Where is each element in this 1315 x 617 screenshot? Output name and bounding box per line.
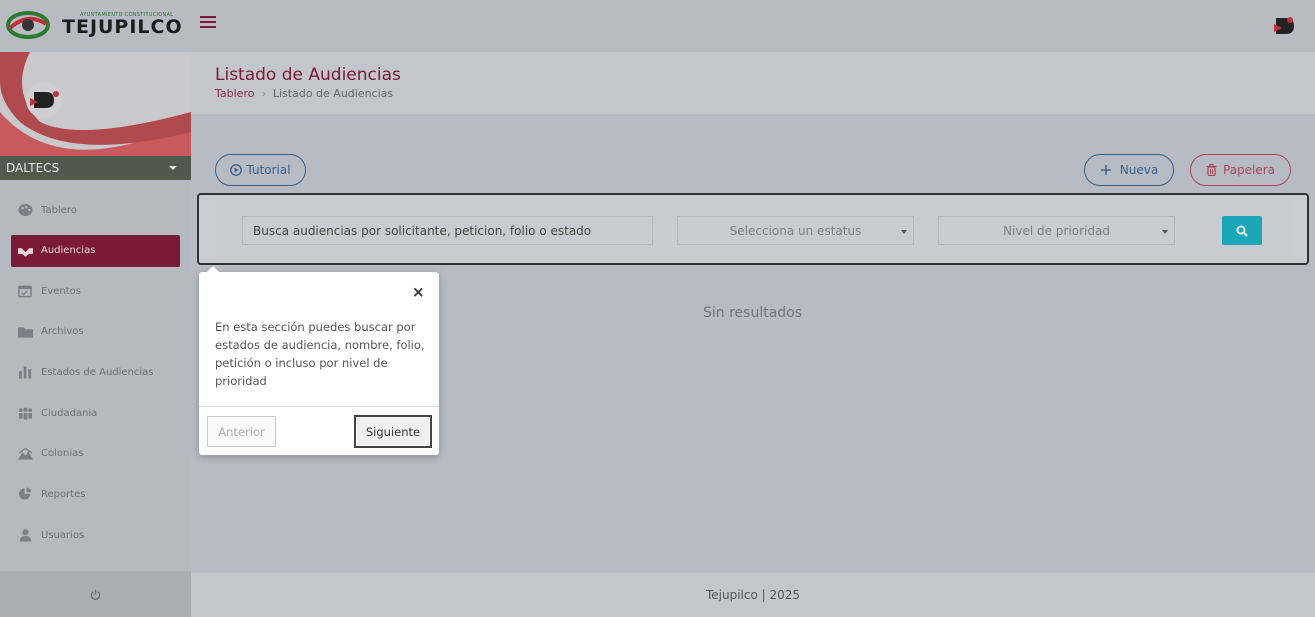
users-group-icon xyxy=(18,407,33,420)
trash-icon xyxy=(1206,164,1217,176)
popover-divider xyxy=(199,406,439,407)
status-select[interactable]: Selecciona un estatus xyxy=(677,216,914,245)
pie-chart-icon xyxy=(18,487,32,501)
new-button-label: Nueva xyxy=(1119,163,1159,177)
sidebar-item-tablero[interactable]: Tablero xyxy=(0,190,191,231)
sidebar-header: DALTECS xyxy=(0,52,191,180)
chevron-right-icon: › xyxy=(261,87,266,100)
trash-button[interactable]: Papelera xyxy=(1190,154,1291,186)
sidebar-footer xyxy=(0,571,191,617)
search-input[interactable]: Busca audiencias por solicitante, petici… xyxy=(242,216,653,245)
sidebar-user-toggle[interactable]: DALTECS xyxy=(0,156,191,180)
sidebar-item-ciudadania[interactable]: Ciudadania xyxy=(0,393,191,434)
sidebar-item-archivos[interactable]: Archivos xyxy=(0,311,191,352)
page-header: Listado de Audiencias Tablero › Listado de… xyxy=(191,52,1315,114)
search-panel: Busca audiencias por solicitante, petici… xyxy=(197,193,1309,265)
page-footer: Tejupilco | 2025 xyxy=(191,573,1315,617)
landscape-icon xyxy=(18,447,33,460)
sidebar-item-label: Archivos xyxy=(41,326,84,338)
sidebar-item-label: Usuarios xyxy=(41,529,85,541)
palette-dashboard-icon xyxy=(18,204,33,217)
sidebar-item-reportes[interactable]: Reportes xyxy=(0,474,191,515)
empty-results-text: Sin resultados xyxy=(703,305,803,321)
status-select-placeholder: Selecciona un estatus xyxy=(729,223,862,238)
search-card: Busca audiencias por solicitante, petici… xyxy=(215,199,1292,261)
sidebar-item-colonias[interactable]: Colonias xyxy=(0,433,191,474)
hamburger-icon[interactable] xyxy=(200,16,216,30)
caret-down-icon xyxy=(169,166,177,170)
bar-chart-icon xyxy=(18,366,32,379)
sidebar-user-name: DALTECS xyxy=(6,161,60,175)
sidebar-item-estados[interactable]: Estados de Audiencias xyxy=(0,352,191,393)
sidebar-item-eventos[interactable]: Eventos xyxy=(0,271,191,312)
new-button[interactable]: Nueva xyxy=(1084,154,1174,186)
plus-icon xyxy=(1100,165,1111,175)
tejupilco-logo-icon xyxy=(6,11,50,39)
close-icon[interactable]: × xyxy=(412,283,425,301)
sidebar-item-label: Tablero xyxy=(41,204,77,216)
footer-text: Tejupilco | 2025 xyxy=(705,588,801,602)
sidebar-item-label: Colonias xyxy=(41,448,84,460)
sidebar-item-label: Reportes xyxy=(41,488,86,500)
sidebar-item-label: Ciudadania xyxy=(41,407,98,419)
sidebar-item-label: Estados de Audiencias xyxy=(41,366,154,378)
priority-select[interactable]: Nivel de prioridad xyxy=(938,216,1175,245)
tour-popover: × En esta sección puedes buscar por esta… xyxy=(199,266,439,455)
trash-button-label: Papelera xyxy=(1222,163,1276,177)
breadcrumb-current: Listado de Audiencias xyxy=(272,87,394,100)
chevron-down-icon xyxy=(901,230,907,234)
tour-description: En esta sección puedes buscar por estado… xyxy=(215,320,425,388)
priority-select-placeholder: Nivel de prioridad xyxy=(1003,223,1110,238)
folder-icon xyxy=(18,327,33,338)
sidebar-item-label: Audiencias xyxy=(41,245,96,257)
sidebar: DALTECS Tablero Audiencias Eventos Archi… xyxy=(0,52,191,572)
tutorial-button-label: Tutorial xyxy=(246,163,291,177)
user-avatar-icon[interactable] xyxy=(1272,14,1296,38)
calendar-icon xyxy=(18,285,32,298)
tour-previous-button[interactable]: Anterior xyxy=(207,416,276,447)
handshake-icon xyxy=(18,247,33,257)
chevron-down-icon xyxy=(1162,230,1168,234)
sidebar-item-label: Eventos xyxy=(41,285,81,297)
breadcrumb: Tablero › Listado de Audiencias xyxy=(215,87,393,100)
sidebar-item-audiencias[interactable]: Audiencias xyxy=(11,234,180,267)
search-icon xyxy=(1236,225,1248,237)
power-icon[interactable] xyxy=(90,588,101,600)
tutorial-button[interactable]: Tutorial xyxy=(215,154,306,186)
sidebar-banner-icon xyxy=(0,52,191,156)
sidebar-menu: Tablero Audiencias Eventos Archivos Esta… xyxy=(0,190,191,556)
page-title: Listado de Audiencias xyxy=(215,65,401,85)
search-button[interactable] xyxy=(1222,216,1262,245)
brand-name: TEJUPILCO xyxy=(62,16,183,38)
popover-arrow xyxy=(207,266,219,272)
user-icon xyxy=(19,529,32,542)
play-circle-icon xyxy=(230,164,243,176)
tour-next-button[interactable]: Siguiente xyxy=(354,415,432,448)
breadcrumb-home-link[interactable]: Tablero xyxy=(215,87,254,100)
sidebar-item-usuarios[interactable]: Usuarios xyxy=(0,515,191,556)
top-bar: AYUNTAMIENTO CONSTITUCIONAL TEJUPILCO xyxy=(0,0,1315,52)
